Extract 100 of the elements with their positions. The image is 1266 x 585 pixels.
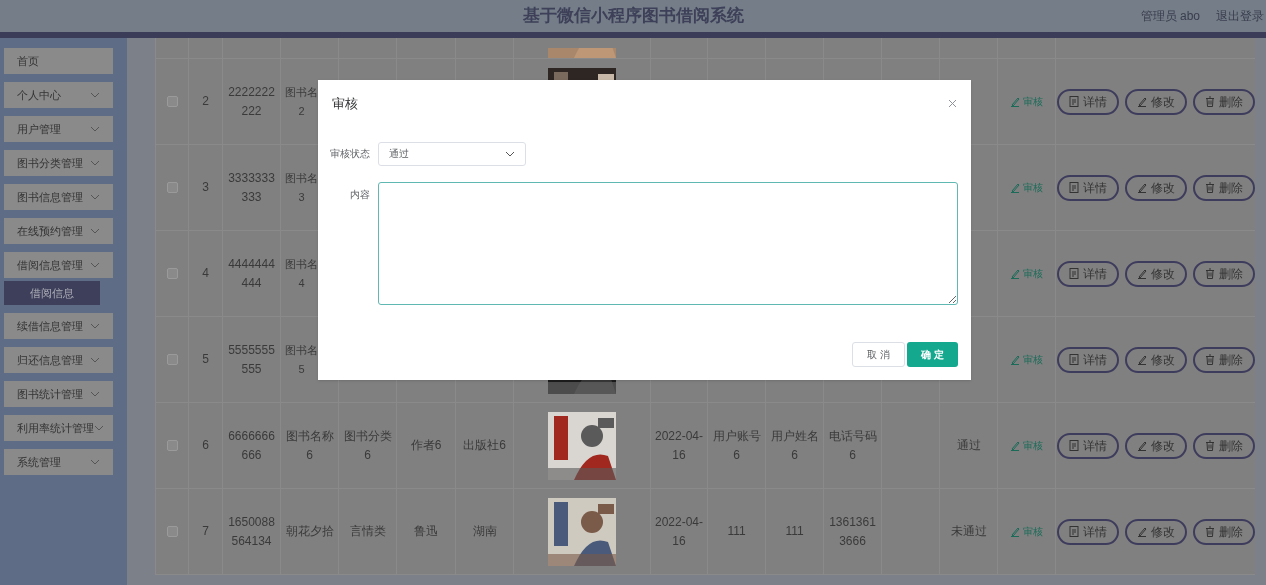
table-cell-text: 电话号码6 (827, 427, 878, 464)
close-icon[interactable] (948, 99, 957, 109)
audit-link[interactable]: 审核 (1010, 438, 1043, 453)
table-cell-text: 6 (201, 437, 210, 454)
menu-item[interactable]: 个人中心 (4, 82, 113, 108)
field-label: 内容 (349, 187, 371, 202)
table-cell-text: 图书名 (285, 170, 318, 186)
chevron-down-icon (90, 126, 100, 132)
action-button[interactable]: 修改 (1125, 432, 1187, 459)
pen-icon (1010, 440, 1020, 451)
action-button[interactable]: 详情 (1057, 346, 1119, 373)
table-cell-text: 鲁迅 (413, 523, 439, 540)
chevron-down-icon (90, 92, 100, 98)
trash-icon (1205, 440, 1215, 451)
document-icon (1069, 96, 1079, 107)
document-icon (1069, 526, 1079, 537)
dialog-title: 审核 (332, 95, 358, 113)
document-icon (1069, 354, 1079, 365)
pen-icon (1137, 440, 1147, 451)
document-icon (1069, 440, 1079, 451)
trash-icon (1205, 354, 1215, 365)
row-checkbox[interactable] (166, 526, 178, 537)
pen-icon (1010, 268, 1020, 279)
action-button[interactable]: 删除 (1193, 174, 1255, 201)
status-text: 通过 (955, 437, 982, 454)
menu-item[interactable]: 利用率统计管理 (4, 415, 113, 441)
table-cell-text: 4444444444 (227, 255, 276, 292)
action-button[interactable]: 修改 (1125, 88, 1187, 115)
action-button[interactable]: 详情 (1057, 260, 1119, 287)
chevron-down-icon (90, 459, 100, 465)
audit-link[interactable]: 审核 (1010, 524, 1043, 539)
table-cell-text: 用户姓名6 (769, 427, 820, 464)
action-button[interactable]: 详情 (1057, 432, 1119, 459)
menu-item[interactable]: 归还信息管理 (4, 347, 113, 373)
chevron-down-icon (90, 391, 100, 397)
menu-item[interactable]: 系统管理 (4, 449, 113, 475)
audit-link[interactable]: 审核 (1010, 94, 1043, 109)
action-button[interactable]: 修改 (1125, 174, 1187, 201)
audit-link[interactable]: 审核 (1010, 352, 1043, 367)
table-cell-text: 图书名 (285, 84, 318, 100)
trash-icon (1205, 268, 1215, 279)
table-cell-text: 图书名 (285, 342, 318, 358)
table-cell-text: 1650088564134 (227, 513, 276, 550)
table-cell-text: 用户账号6 (711, 427, 762, 464)
table-cell-text: 2022-04-16 (653, 513, 704, 550)
action-button[interactable]: 详情 (1057, 88, 1119, 115)
action-button[interactable]: 删除 (1193, 260, 1255, 287)
submenu-item[interactable]: 借阅信息 (4, 281, 100, 305)
pen-icon (1010, 96, 1020, 107)
action-button[interactable]: 删除 (1193, 88, 1255, 115)
cancel-button[interactable]: 取 消 (852, 342, 906, 367)
menu-item[interactable]: 图书分类管理 (4, 150, 113, 176)
table-cell-text: 5555555555 (227, 341, 276, 378)
row-checkbox[interactable] (166, 182, 178, 193)
action-button[interactable]: 详情 (1057, 174, 1119, 201)
table-cell-text: 2022-04-16 (653, 427, 704, 464)
menu-item[interactable]: 首页 (4, 48, 113, 74)
chevron-down-icon (90, 160, 100, 166)
row-checkbox[interactable] (166, 354, 178, 365)
menu-item[interactable]: 借阅信息管理 (4, 252, 113, 278)
action-button[interactable]: 修改 (1125, 260, 1187, 287)
chevron-down-icon (90, 323, 100, 329)
pen-icon (1010, 354, 1020, 365)
audit-link[interactable]: 审核 (1010, 180, 1043, 195)
table-cell-text: 2 (201, 93, 210, 110)
action-button[interactable]: 删除 (1193, 518, 1255, 545)
menu-item[interactable]: 续借信息管理 (4, 313, 113, 339)
row-checkbox[interactable] (166, 268, 178, 279)
pen-icon (1137, 526, 1147, 537)
document-icon (1069, 182, 1079, 193)
chevron-down-icon (90, 228, 100, 234)
audit-link[interactable]: 审核 (1010, 266, 1043, 281)
row-checkbox[interactable] (166, 440, 178, 451)
confirm-button[interactable]: 确 定 (907, 342, 958, 367)
menu-item[interactable]: 图书信息管理 (4, 184, 113, 210)
menu-item[interactable]: 在线预约管理 (4, 218, 113, 244)
action-button[interactable]: 修改 (1125, 346, 1187, 373)
trash-icon (1205, 526, 1215, 537)
content-textarea[interactable] (378, 181, 958, 305)
status-select[interactable]: 通过 (378, 141, 526, 166)
table-cell-text: 5 (201, 351, 210, 368)
action-button[interactable]: 详情 (1057, 518, 1119, 545)
row-checkbox[interactable] (166, 96, 178, 107)
chevron-down-icon (90, 262, 100, 268)
logout-link[interactable]: 退出登录 (1216, 7, 1264, 25)
menu-item[interactable]: 用户管理 (4, 116, 113, 142)
action-button[interactable]: 删除 (1193, 432, 1255, 459)
pen-icon (1137, 354, 1147, 365)
table-cell-text: 朝花夕拾 (284, 523, 335, 540)
pen-icon (1137, 182, 1147, 193)
chevron-down-icon (505, 150, 515, 157)
table-cell-text: 111 (726, 523, 747, 540)
status-text: 未通过 (949, 523, 988, 540)
action-button[interactable]: 删除 (1193, 346, 1255, 373)
menu-item[interactable]: 图书统计管理 (4, 381, 113, 407)
pen-icon (1010, 182, 1020, 193)
table-cell-text: 图书分类6 (342, 427, 393, 464)
table-cell-text: 13613613666 (828, 513, 877, 550)
table-cell-text: 4 (201, 265, 210, 282)
action-button[interactable]: 修改 (1125, 518, 1187, 545)
